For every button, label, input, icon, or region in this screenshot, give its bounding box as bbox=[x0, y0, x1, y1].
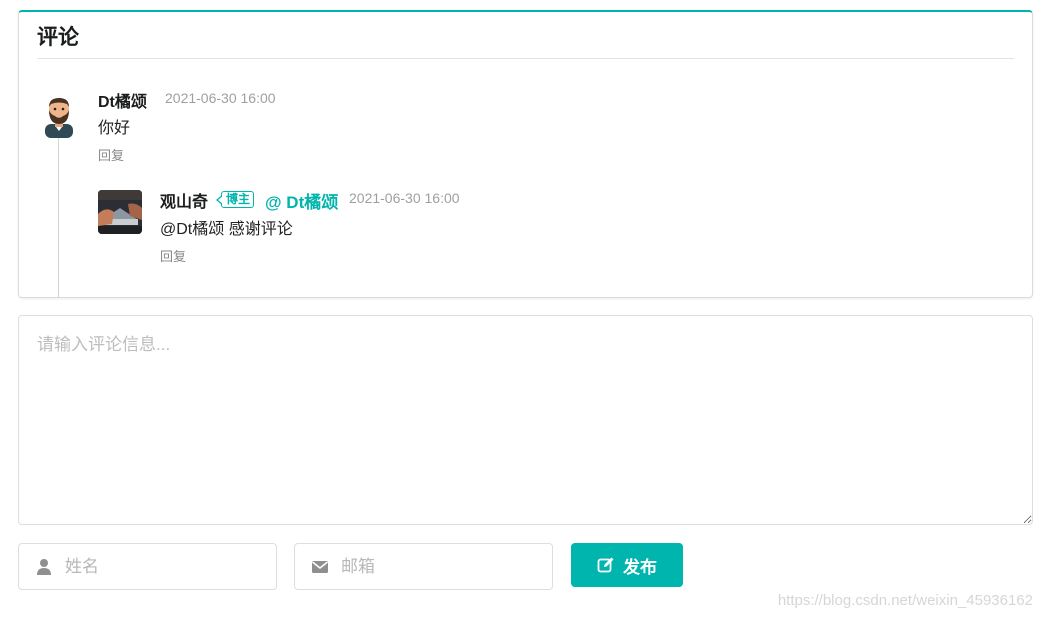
reply-date: 2021-06-30 16:00 bbox=[349, 190, 460, 206]
email-field[interactable] bbox=[294, 543, 553, 590]
name-field[interactable] bbox=[18, 543, 277, 590]
comment-author[interactable]: Dt橘颂 bbox=[98, 88, 147, 112]
reply-link[interactable]: 回复 bbox=[98, 145, 124, 164]
reply-avatar[interactable] bbox=[98, 190, 142, 234]
bearded-man-avatar-icon bbox=[45, 98, 73, 138]
comments-card: 评论 Dt橘颂 2021-06-30 16:00 你好 回复 观山奇 博主 @ … bbox=[18, 10, 1033, 298]
edit-icon bbox=[597, 557, 614, 573]
comment-text: 你好 bbox=[98, 120, 131, 137]
email-input[interactable] bbox=[341, 544, 541, 589]
reply-link[interactable]: 回复 bbox=[160, 246, 186, 265]
thread-line bbox=[58, 132, 59, 298]
publish-label: 发布 bbox=[623, 557, 657, 577]
reply-author[interactable]: 观山奇 bbox=[160, 188, 208, 212]
user-icon bbox=[37, 559, 51, 575]
name-input[interactable] bbox=[65, 544, 265, 589]
watermark: https://blog.csdn.net/weixin_45936162 bbox=[777, 592, 1033, 609]
comments-header: 评论 bbox=[37, 24, 1014, 59]
reply-text: @Dt橘颂 感谢评论 bbox=[160, 221, 293, 238]
comment-textarea[interactable] bbox=[18, 315, 1033, 525]
comments-title: 评论 bbox=[37, 26, 79, 49]
author-badge: 博主 bbox=[215, 191, 255, 208]
comment-avatar[interactable] bbox=[37, 94, 81, 138]
envelope-icon bbox=[312, 561, 328, 573]
reply-mention[interactable]: @ Dt橘颂 bbox=[265, 188, 338, 213]
laptop-photo-avatar-icon bbox=[98, 190, 142, 234]
comment-date: 2021-06-30 16:00 bbox=[165, 90, 276, 106]
publish-button[interactable]: 发布 bbox=[571, 543, 683, 587]
